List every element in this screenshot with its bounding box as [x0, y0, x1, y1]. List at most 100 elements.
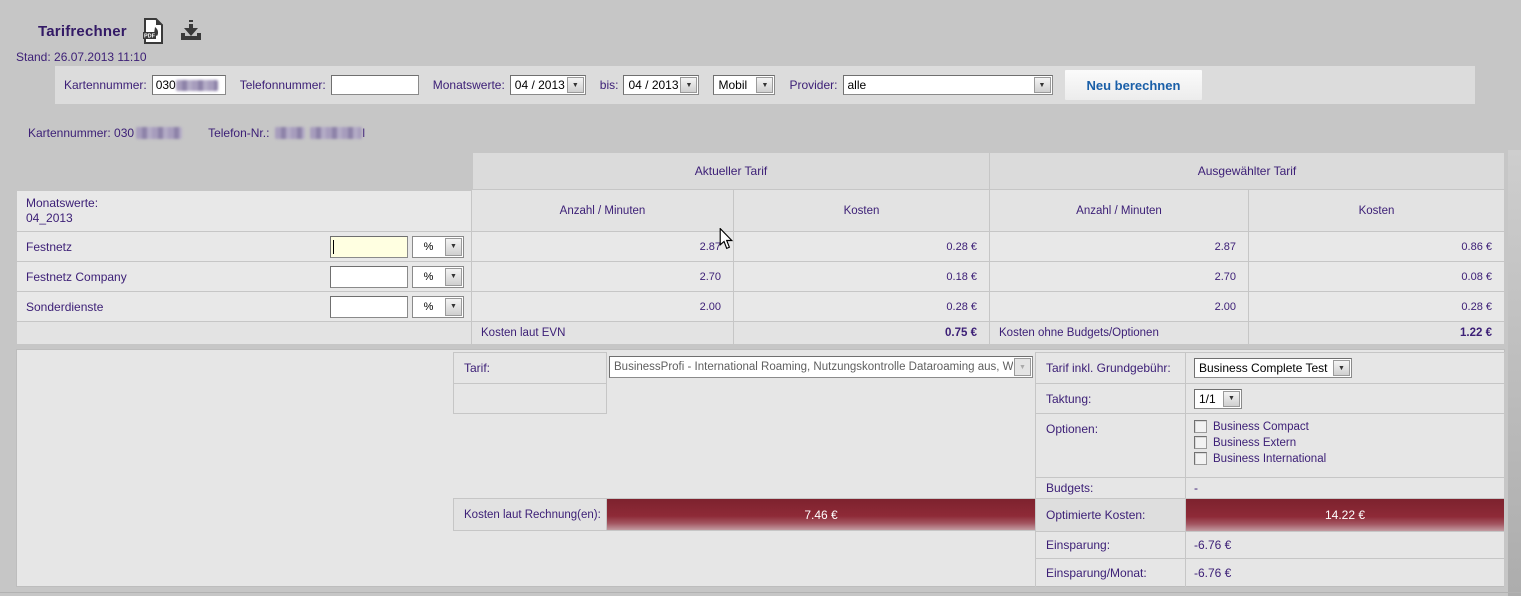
tarif-empty-cell: [454, 384, 606, 413]
kosten-ohne-budgets-label: Kosten ohne Budgets/Optionen: [990, 322, 1249, 345]
info-telefon-label: Telefon-Nr.:: [208, 126, 269, 140]
grundgebuehr-select[interactable]: Business Complete Test ▼: [1194, 358, 1352, 378]
festnetz-kosten-ausgewaehlt: 0.86 €: [1249, 232, 1505, 262]
business-international-checkbox[interactable]: [1194, 452, 1207, 465]
header: Tarifrechner PDF: [38, 18, 203, 44]
kosten-laut-evn-label: Kosten laut EVN: [472, 322, 734, 345]
chevron-down-icon: ▼: [445, 298, 462, 316]
redacted-card-number: [136, 127, 182, 139]
group-header-ausgewaehlter-tarif: Ausgewählter Tarif: [990, 152, 1505, 190]
einsparung-row: Einsparung: -6.76 €: [1036, 532, 1504, 559]
business-extern-checkbox[interactable]: [1194, 436, 1207, 449]
telefonnummer-input[interactable]: [331, 75, 419, 95]
kosten-ohne-budgets-value: 1.22 €: [1249, 322, 1505, 345]
budgets-value: -: [1186, 478, 1504, 498]
taktung-row: Taktung: 1/1 ▼: [1036, 384, 1504, 414]
budgets-row: Budgets: -: [1036, 478, 1504, 499]
chevron-down-icon: ▼: [1034, 77, 1051, 93]
sonderdienste-anzahl-aktuell: 2.00: [472, 292, 734, 322]
option-business-compact: Business Compact: [1194, 420, 1326, 433]
festnetz-company-percent-input[interactable]: [330, 266, 408, 288]
neu-berechnen-button[interactable]: Neu berechnen: [1065, 70, 1203, 100]
monatswerte-von-select[interactable]: 04 / 2013 ▼: [510, 75, 586, 95]
sonderdienste-percent-input[interactable]: [330, 296, 408, 318]
kartennummer-label: Kartennummer:: [64, 78, 147, 92]
einsparung-value: -6.76 €: [1186, 532, 1504, 558]
einsparung-label: Einsparung:: [1036, 532, 1186, 558]
chevron-down-icon: ▼: [445, 268, 462, 286]
festnetz-company-anzahl-aktuell: 2.70: [472, 262, 734, 292]
download-icon[interactable]: [179, 18, 203, 44]
page-edge-shadow: [1508, 150, 1521, 596]
kosten-rechnung-row: Kosten laut Rechnung(en): 7.46 €: [453, 498, 1036, 531]
group-header-aktueller-tarif: Aktueller Tarif: [472, 152, 990, 190]
festnetz-percent-input[interactable]: [330, 236, 408, 258]
chevron-down-icon: ▼: [567, 77, 584, 93]
chevron-down-icon: ▼: [1333, 360, 1350, 376]
einsparung-monat-value: -6.76 €: [1186, 559, 1504, 587]
optimierte-kosten-row: Optimierte Kosten: 14.22 €: [1036, 499, 1504, 532]
festnetz-anzahl-aktuell: 2.87: [472, 232, 734, 262]
tariff-detail-panel: Tarif: BusinessProfi - International Roa…: [16, 349, 1505, 587]
festnetz-company-kosten-ausgewaehlt: 0.08 €: [1249, 262, 1505, 292]
sonderdienste-kosten-aktuell: 0.28 €: [734, 292, 990, 322]
redacted-phone-1: [275, 127, 305, 139]
tarifrechner-page: Tarifrechner PDF Stand: 26.07.2013 11:10…: [0, 0, 1521, 596]
netz-select[interactable]: Mobil ▼: [713, 75, 775, 95]
festnetz-company-kosten-aktuell: 0.18 €: [734, 262, 990, 292]
card-info-line: Kartennummer: 030 Telefon-Nr.: l: [28, 126, 365, 140]
grundgebuehr-label: Tarif inkl. Grundgebühr:: [1036, 353, 1186, 383]
kosten-rechnung-bar: 7.46 €: [607, 499, 1035, 530]
row-festnetz-company: Festnetz Company % ▼: [16, 262, 472, 292]
budgets-label: Budgets:: [1036, 478, 1186, 498]
col-header-anzahl-minuten-1: Anzahl / Minuten: [472, 190, 734, 232]
tarif-label-block: Tarif:: [453, 352, 607, 414]
tariff-comparison-table: Aktueller Tarif Ausgewählter Tarif Monat…: [16, 152, 1505, 345]
provider-label: Provider:: [789, 78, 837, 92]
chevron-down-icon: ▼: [680, 77, 697, 93]
monatswerte-label: Monatswerte:: [433, 78, 505, 92]
summary-empty-cell: [16, 322, 472, 345]
monatswerte-bis-select[interactable]: 04 / 2013 ▼: [623, 75, 699, 95]
festnetz-company-percent-select[interactable]: % ▼: [412, 266, 464, 288]
col-header-anzahl-minuten-2: Anzahl / Minuten: [990, 190, 1249, 232]
chevron-down-icon: ▼: [1014, 358, 1031, 376]
option-business-extern: Business Extern: [1194, 436, 1326, 449]
col-header-kosten-1: Kosten: [734, 190, 990, 232]
telefonnummer-label: Telefonnummer:: [240, 78, 326, 92]
info-kartennummer: Kartennummer: 030: [28, 126, 134, 140]
taktung-label: Taktung:: [1036, 384, 1186, 413]
taktung-select[interactable]: 1/1 ▼: [1194, 389, 1242, 409]
sonderdienste-anzahl-ausgewaehlt: 2.00: [990, 292, 1249, 322]
row-sonderdienste: Sonderdienste % ▼: [16, 292, 472, 322]
sonderdienste-kosten-ausgewaehlt: 0.28 €: [1249, 292, 1505, 322]
einsparung-monat-label: Einsparung/Monat:: [1036, 559, 1186, 587]
festnetz-percent-select[interactable]: % ▼: [412, 236, 464, 258]
kartennummer-input[interactable]: 030: [152, 75, 226, 95]
tarif-select[interactable]: BusinessProfi - International Roaming, N…: [609, 356, 1033, 378]
kosten-laut-evn-value: 0.75 €: [734, 322, 990, 345]
monatswerte-header-cell: Monatswerte: 04_2013: [16, 190, 472, 232]
provider-select[interactable]: alle ▼: [843, 75, 1053, 95]
row-festnetz: Festnetz % ▼: [16, 232, 472, 262]
sonderdienste-percent-select[interactable]: % ▼: [412, 296, 464, 318]
chevron-down-icon: ▼: [756, 77, 773, 93]
optimierte-kosten-bar: 14.22 €: [1186, 499, 1504, 531]
page-title: Tarifrechner: [38, 23, 127, 40]
svg-text:PDF: PDF: [144, 34, 156, 40]
business-compact-checkbox[interactable]: [1194, 420, 1207, 433]
chevron-down-icon: ▼: [1223, 391, 1240, 407]
bis-label: bis:: [600, 78, 619, 92]
selected-tariff-block: Tarif inkl. Grundgebühr: Business Comple…: [1035, 352, 1505, 588]
filter-toolbar: Kartennummer: 030 Telefonnummer: Monatsw…: [55, 66, 1475, 104]
tarif-label: Tarif:: [454, 353, 606, 384]
optimierte-kosten-label: Optimierte Kosten:: [1036, 499, 1186, 531]
pdf-export-icon[interactable]: PDF: [141, 18, 165, 44]
festnetz-kosten-aktuell: 0.28 €: [734, 232, 990, 262]
page-bottom-divider: [0, 592, 1521, 593]
stand-timestamp: Stand: 26.07.2013 11:10: [16, 50, 147, 64]
festnetz-company-anzahl-ausgewaehlt: 2.70: [990, 262, 1249, 292]
option-business-international: Business International: [1194, 452, 1326, 465]
info-telefon-suffix: l: [362, 126, 365, 140]
optionen-row: Optionen: Business Compact Business Exte…: [1036, 414, 1504, 478]
